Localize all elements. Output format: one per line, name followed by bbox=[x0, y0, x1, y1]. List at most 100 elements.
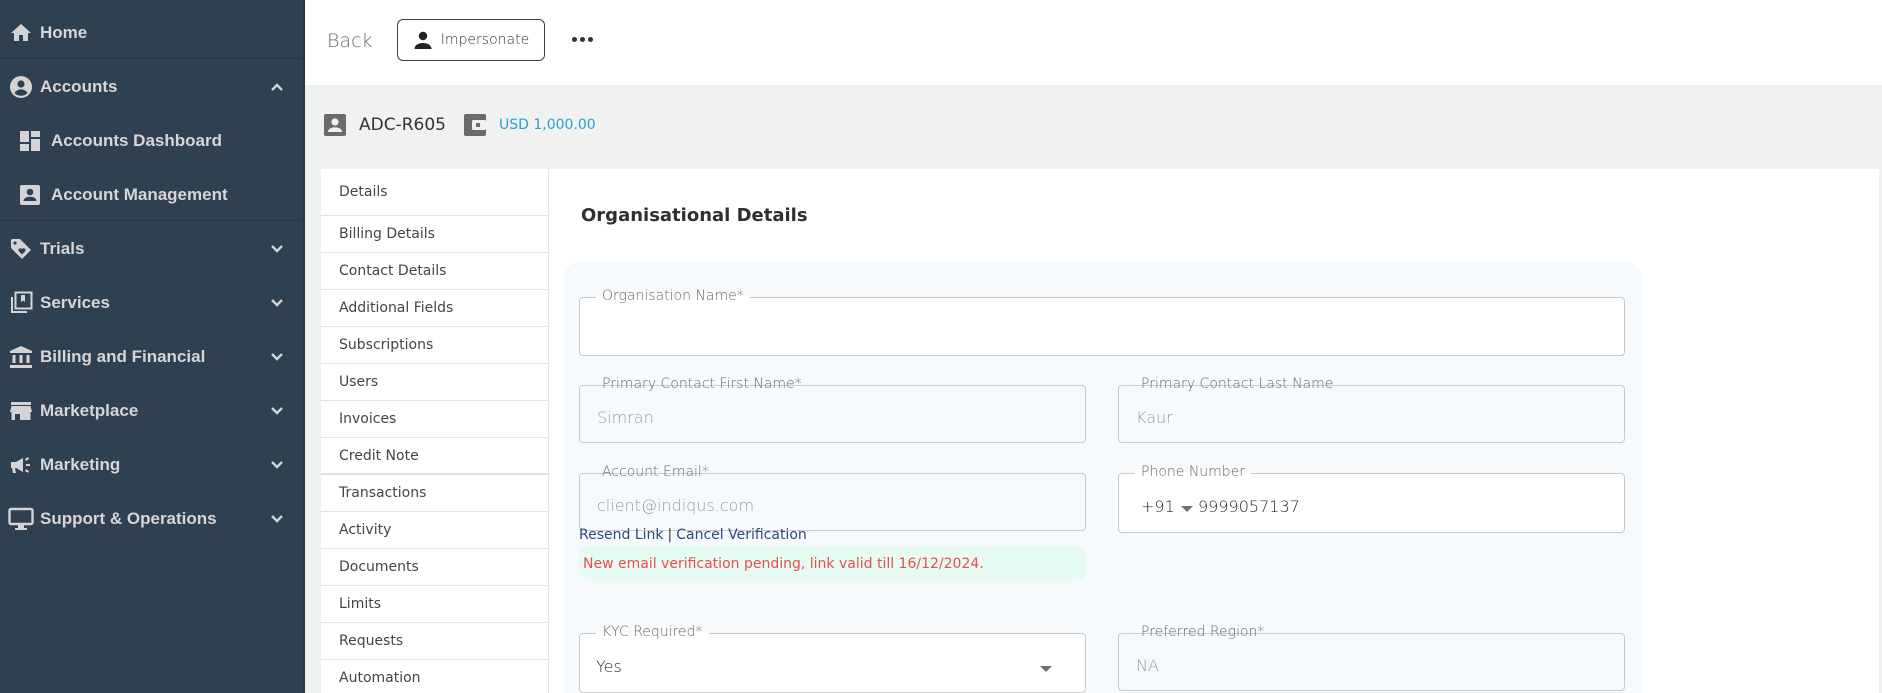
top-bar: Back Impersonate bbox=[305, 0, 1882, 85]
tab-details[interactable]: Details bbox=[321, 169, 549, 216]
sidebar-item-marketplace[interactable]: Marketplace bbox=[0, 384, 303, 438]
tab-subscriptions[interactable]: Subscriptions bbox=[321, 327, 549, 364]
details-content: Organisational Details Organisation Name… bbox=[549, 169, 1882, 693]
verification-notice-text: New email verification pending, link val… bbox=[583, 555, 984, 572]
sidebar-item-account-management[interactable]: Account Management bbox=[0, 168, 303, 222]
caret-down-icon[interactable] bbox=[1181, 506, 1193, 512]
tab-credit-note[interactable]: Credit Note bbox=[321, 438, 549, 475]
account-id-text: ADC-R605 bbox=[359, 115, 446, 135]
tab-documents[interactable]: Documents bbox=[321, 549, 549, 586]
tag-heart-icon bbox=[8, 236, 34, 262]
account-box-icon bbox=[324, 114, 346, 136]
link-separator: | bbox=[667, 527, 673, 543]
tab-additional-fields[interactable]: Additional Fields bbox=[321, 290, 549, 327]
account-email-field[interactable]: Account Email* client@indiqus.com bbox=[579, 464, 1086, 531]
sidebar-item-billing-and-financial[interactable]: Billing and Financial bbox=[0, 330, 303, 384]
tab-invoices[interactable]: Invoices bbox=[321, 401, 549, 438]
wallet-icon bbox=[464, 114, 486, 136]
sidebar-item-accounts[interactable]: Accounts bbox=[0, 60, 303, 114]
organisation-form: Organisation Name* Primary Contact First… bbox=[564, 262, 1642, 693]
sidebar-item-trials[interactable]: Trials bbox=[0, 222, 303, 276]
sidebar-item-label: Account Management bbox=[51, 185, 228, 204]
more-horizontal-icon[interactable] bbox=[567, 26, 597, 52]
account-summary: ADC-R605 USD 1,000.00 bbox=[305, 85, 1882, 170]
tab-label: Documents bbox=[339, 559, 419, 575]
tab-label: Requests bbox=[339, 633, 404, 649]
field-value: Yes bbox=[596, 657, 622, 676]
field-label: Primary Contact First Name* bbox=[596, 376, 808, 392]
field-label: Preferred Region* bbox=[1135, 624, 1271, 640]
sidebar-item-label: Billing and Financial bbox=[40, 347, 206, 366]
tab-label: Credit Note bbox=[339, 447, 419, 464]
sidebar-divider bbox=[0, 220, 303, 221]
caret-down-icon[interactable] bbox=[1040, 666, 1052, 672]
bank-icon bbox=[8, 344, 34, 370]
phone-number-field[interactable]: Phone Number +91 9999057137 bbox=[1118, 464, 1625, 533]
tab-label: Details bbox=[339, 184, 388, 200]
country-code-select[interactable]: +91 bbox=[1141, 497, 1175, 516]
kyc-required-select[interactable]: KYC Required* Yes bbox=[579, 624, 1086, 693]
cancel-verification-link[interactable]: Cancel Verification bbox=[676, 527, 807, 543]
sidebar-item-label: Accounts Dashboard bbox=[51, 131, 222, 150]
chevron-down-icon bbox=[271, 353, 283, 361]
library-bookmark-icon bbox=[8, 290, 34, 316]
sidebar-item-label: Accounts bbox=[40, 77, 118, 96]
organisation-name-field[interactable]: Organisation Name* bbox=[579, 288, 1625, 356]
last-name-field[interactable]: Primary Contact Last Name Kaur bbox=[1118, 376, 1625, 443]
sidebar-divider bbox=[0, 58, 303, 59]
sidebar-item-home[interactable]: Home bbox=[0, 6, 303, 60]
field-value: Kaur bbox=[1136, 408, 1173, 427]
phone-number-value: 9999057137 bbox=[1198, 497, 1300, 516]
sidebar-item-label: Trials bbox=[40, 239, 85, 258]
back-link[interactable]: Back bbox=[327, 30, 373, 52]
tab-automation[interactable]: Automation bbox=[321, 660, 549, 693]
tab-users[interactable]: Users bbox=[321, 364, 549, 401]
sidebar-item-services[interactable]: Services bbox=[0, 276, 303, 330]
field-value: NA bbox=[1136, 656, 1159, 675]
sidebar-item-label: Marketplace bbox=[40, 401, 139, 420]
monitor-icon bbox=[8, 506, 34, 532]
dashboard-icon bbox=[19, 128, 41, 154]
detail-tabs: Details Billing Details Contact Details … bbox=[321, 169, 549, 693]
verification-notice: New email verification pending, link val… bbox=[579, 546, 1086, 581]
tab-label: Users bbox=[339, 374, 379, 390]
tab-contact-details[interactable]: Contact Details bbox=[321, 253, 549, 290]
account-id: ADC-R605 bbox=[323, 113, 446, 137]
resend-link[interactable]: Resend Link bbox=[579, 527, 664, 543]
account-circle-icon bbox=[8, 74, 34, 100]
sidebar-item-label: Home bbox=[40, 23, 88, 42]
impersonate-button[interactable]: Impersonate bbox=[397, 19, 545, 61]
tab-label: Additional Fields bbox=[339, 300, 454, 316]
first-name-field[interactable]: Primary Contact First Name* Simran bbox=[579, 376, 1086, 443]
tab-requests[interactable]: Requests bbox=[321, 623, 549, 660]
field-label: Organisation Name* bbox=[596, 288, 750, 304]
sidebar-item-label: Marketing bbox=[40, 455, 121, 474]
sidebar-item-accounts-dashboard[interactable]: Accounts Dashboard bbox=[0, 114, 303, 168]
tab-limits[interactable]: Limits bbox=[321, 586, 549, 623]
sidebar-item-marketing[interactable]: Marketing bbox=[0, 438, 303, 492]
account-box-icon bbox=[19, 182, 41, 208]
preferred-region-field[interactable]: Preferred Region* NA bbox=[1118, 624, 1625, 691]
home-icon bbox=[8, 20, 34, 46]
field-value: client@indiqus.com bbox=[597, 496, 755, 515]
tab-label: Automation bbox=[339, 670, 421, 686]
tab-label: Transactions bbox=[339, 485, 427, 501]
field-label: Account Email* bbox=[596, 464, 715, 480]
tab-activity[interactable]: Activity bbox=[321, 512, 549, 549]
section-title: Organisational Details bbox=[581, 205, 808, 226]
tab-billing-details[interactable]: Billing Details bbox=[321, 216, 549, 253]
megaphone-icon bbox=[8, 452, 34, 478]
person-icon bbox=[414, 31, 432, 49]
tab-label: Billing Details bbox=[339, 226, 435, 242]
field-label: KYC Required* bbox=[596, 624, 709, 640]
tab-label: Invoices bbox=[339, 411, 397, 427]
chevron-down-icon bbox=[271, 299, 283, 307]
tab-transactions[interactable]: Transactions bbox=[321, 475, 549, 512]
field-label: Phone Number bbox=[1135, 464, 1252, 480]
field-value: Simran bbox=[597, 408, 654, 427]
sidebar-item-support-operations[interactable]: Support & Operations bbox=[0, 492, 303, 546]
tab-label: Limits bbox=[339, 596, 381, 612]
chevron-up-icon bbox=[271, 83, 283, 91]
email-verification-actions: Resend Link | Cancel Verification bbox=[579, 527, 807, 543]
tab-label: Subscriptions bbox=[339, 337, 434, 353]
